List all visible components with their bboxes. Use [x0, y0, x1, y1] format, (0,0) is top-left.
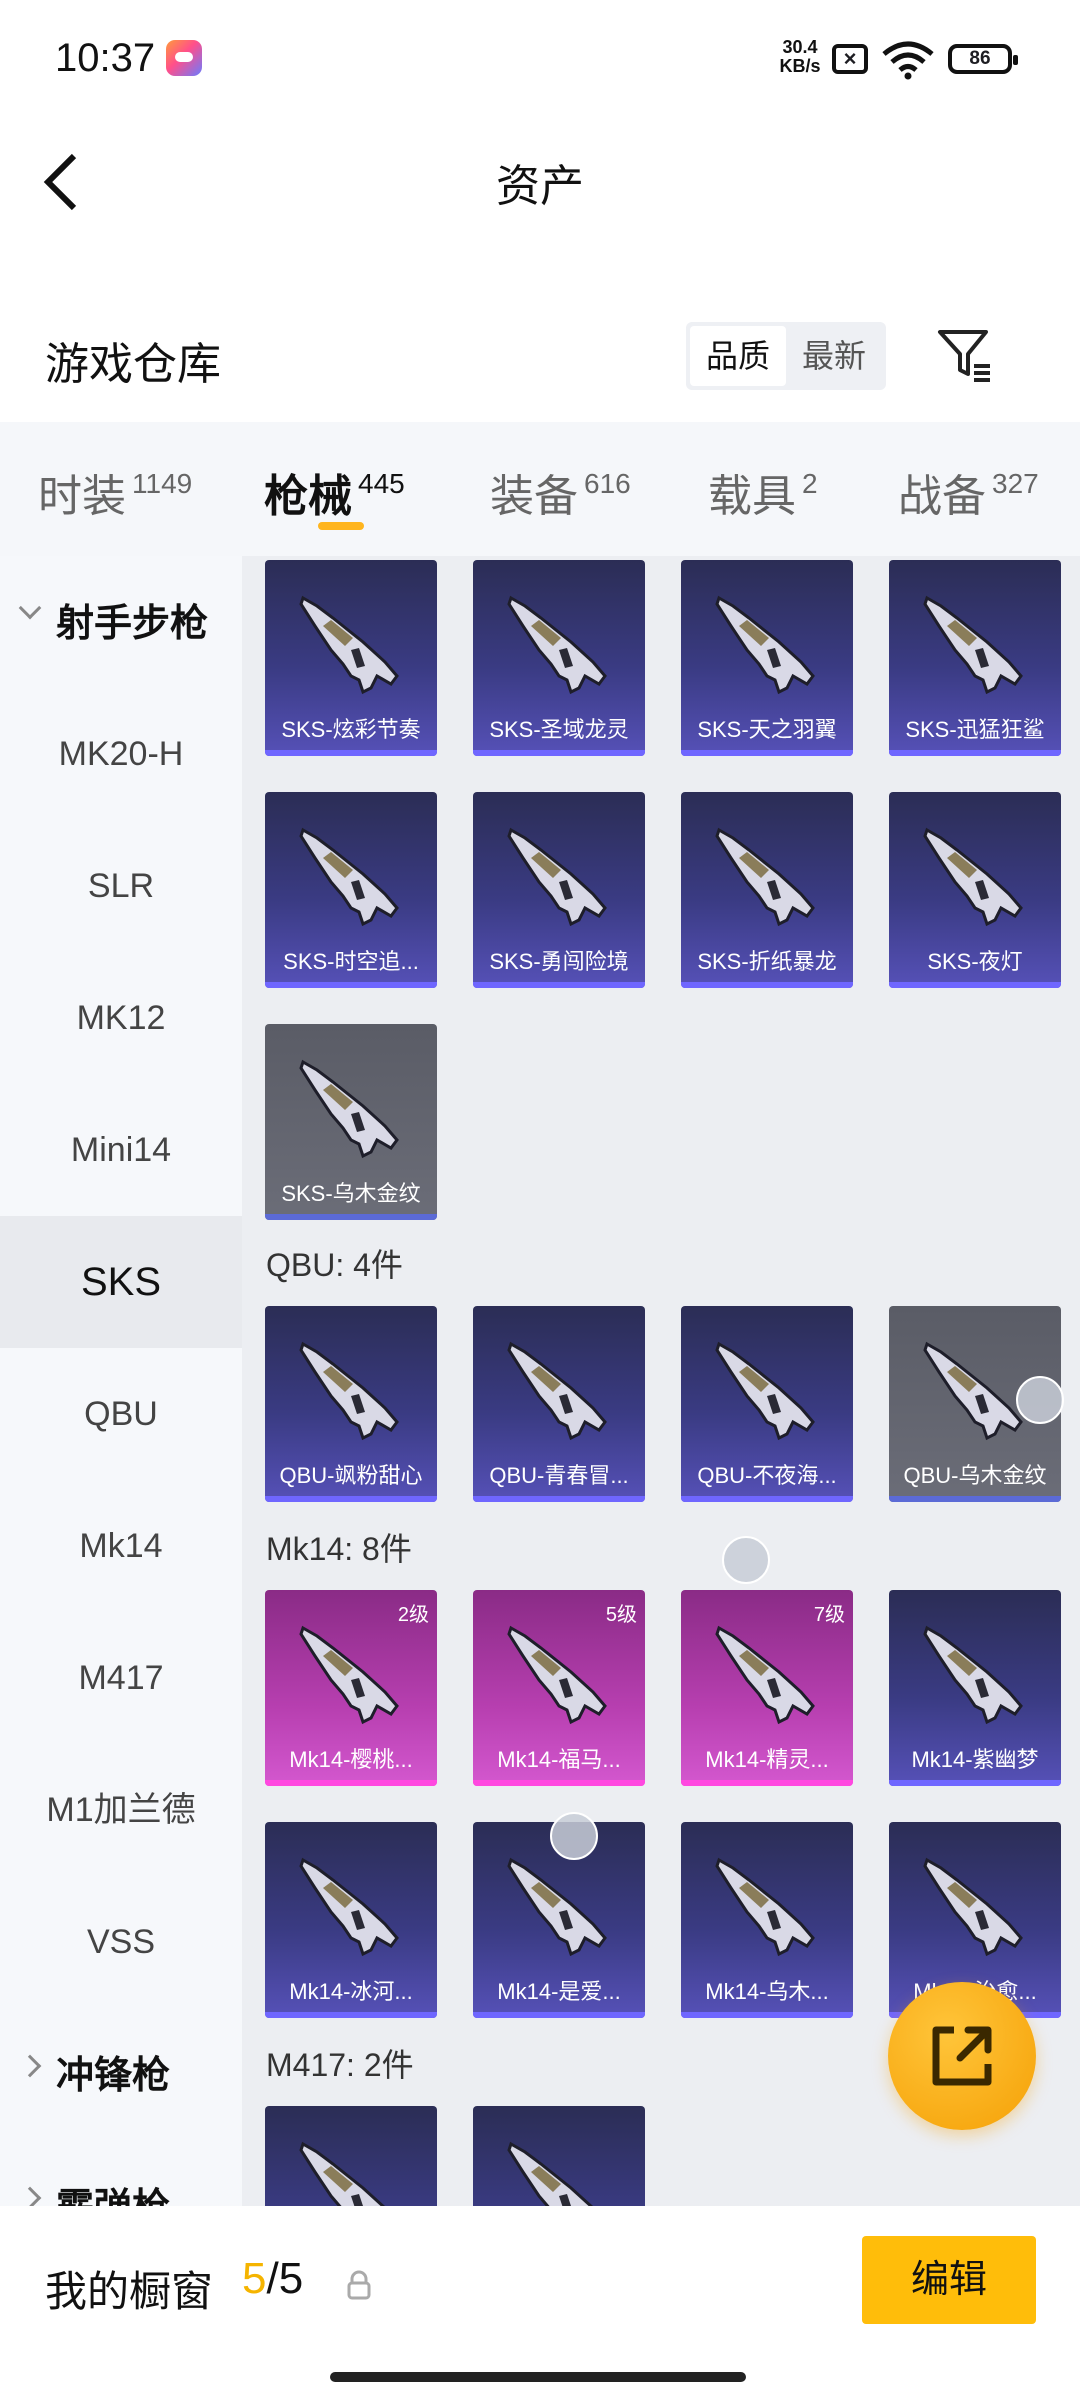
item-card[interactable] — [265, 2106, 437, 2206]
sidebar-item-mk12[interactable]: MK12 — [0, 952, 242, 1084]
item-card[interactable]: SKS-夜灯 — [889, 792, 1061, 988]
rifle-icon — [507, 1342, 607, 1440]
tab-fashion[interactable]: 时装 1149 — [38, 460, 192, 524]
rifle-icon — [507, 1858, 607, 1956]
page-title: 资产 — [496, 162, 584, 211]
no-sim-icon: × — [832, 44, 868, 74]
item-card[interactable]: QBU-青春冒... — [473, 1306, 645, 1502]
wifi-icon — [882, 41, 934, 80]
item-card[interactable] — [473, 2106, 645, 2206]
item-card[interactable]: Mk14-紫幽梦 — [889, 1590, 1061, 1786]
share-icon — [932, 2026, 992, 2086]
rifle-icon — [715, 1858, 815, 1956]
rifle-icon — [507, 828, 607, 926]
item-card[interactable]: SKS-折纸暴龙 — [681, 792, 853, 988]
rifle-icon — [299, 1858, 399, 1956]
touch-indicator — [722, 1536, 770, 1584]
group-header-mk14: Mk14: 8件 — [266, 1531, 412, 1567]
chevron-down-icon — [18, 596, 42, 620]
category-tabs: 时装 1149 枪械 445 装备 616 载具 2 战备 327 — [0, 422, 1080, 556]
rifle-icon — [299, 1626, 399, 1724]
touch-indicator — [550, 1812, 598, 1860]
weapon-type-sidebar: 射手步枪 MK20-H SLR MK12 Mini14 SKS QBU Mk14… — [0, 556, 242, 2229]
sidebar-item-mini14[interactable]: Mini14 — [0, 1084, 242, 1216]
sort-quality-button[interactable]: 品质 — [690, 326, 786, 386]
tab-equipment[interactable]: 装备 616 — [490, 460, 631, 524]
sidebar-item-vss[interactable]: VSS — [0, 1876, 242, 2008]
warehouse-title: 游戏仓库 — [45, 340, 221, 389]
rifle-icon — [923, 828, 1023, 926]
rifle-icon — [715, 596, 815, 694]
status-bar: 10:37 30.4 KB/s × 86 — [0, 0, 1080, 120]
group-header-m417: M417: 2件 — [266, 2047, 414, 2083]
rifle-icon — [715, 828, 815, 926]
tab-vehicles[interactable]: 载具 2 — [708, 460, 818, 524]
rifle-icon — [299, 1060, 399, 1158]
sidebar-item-sks[interactable]: SKS — [0, 1216, 242, 1348]
item-card[interactable]: SKS-天之羽翼 — [681, 560, 853, 756]
item-card[interactable]: SKS-炫彩节奏 — [265, 560, 437, 756]
item-card[interactable]: Mk14-乌木... — [681, 1822, 853, 2018]
sort-newest-button[interactable]: 最新 — [786, 326, 882, 386]
item-card[interactable]: 2级 Mk14-樱桃... — [265, 1590, 437, 1786]
edit-button[interactable]: 编辑 — [862, 2236, 1036, 2324]
filter-icon[interactable] — [936, 326, 994, 384]
group-header-qbu: QBU: 4件 — [266, 1247, 403, 1283]
item-card[interactable]: SKS-勇闯险境 — [473, 792, 645, 988]
battery-indicator: 86 — [948, 44, 1018, 74]
rifle-icon — [923, 1626, 1023, 1724]
item-card[interactable]: SKS-乌木金纹 — [265, 1024, 437, 1220]
showcase-label: 我的橱窗 — [45, 2268, 214, 2315]
rifle-icon — [299, 596, 399, 694]
lock-icon — [347, 2270, 371, 2300]
item-grid: SKS-炫彩节奏 SKS-圣域龙灵 SKS-天之羽翼 SKS-迅猛狂鲨 SKS-… — [242, 556, 1080, 2206]
sidebar-item-qbu[interactable]: QBU — [0, 1348, 242, 1480]
rifle-icon — [923, 1342, 1023, 1440]
item-card[interactable]: QBU-飒粉甜心 — [265, 1306, 437, 1502]
item-card[interactable]: SKS-迅猛狂鲨 — [889, 560, 1061, 756]
rifle-icon — [299, 828, 399, 926]
rifle-icon — [923, 596, 1023, 694]
showcase-count: 5/5 — [242, 2254, 304, 2303]
item-card[interactable]: Mk14-冰河... — [265, 1822, 437, 2018]
touch-indicator — [1016, 1376, 1064, 1424]
sidebar-item-mk20h[interactable]: MK20-H — [0, 688, 242, 820]
item-card[interactable]: SKS-圣域龙灵 — [473, 560, 645, 756]
chevron-right-icon — [18, 2054, 42, 2078]
item-card[interactable]: SKS-时空追... — [265, 792, 437, 988]
sidebar-item-slr[interactable]: SLR — [0, 820, 242, 952]
active-tab-indicator — [318, 522, 364, 530]
home-indicator[interactable] — [330, 2372, 746, 2382]
sidebar-group-smg[interactable]: 冲锋枪 — [0, 2008, 242, 2140]
rifle-icon — [299, 2142, 399, 2206]
share-button[interactable] — [888, 1982, 1036, 2130]
rifle-icon — [507, 1626, 607, 1724]
rifle-icon — [715, 1342, 815, 1440]
game-app-icon — [166, 40, 202, 76]
sort-toggle: 品质 最新 — [686, 322, 886, 390]
tab-guns[interactable]: 枪械 445 — [264, 460, 405, 524]
item-card[interactable]: 7级 Mk14-精灵... — [681, 1590, 853, 1786]
sidebar-item-m417[interactable]: M417 — [0, 1612, 242, 1744]
rifle-icon — [715, 1626, 815, 1724]
status-time: 10:37 — [55, 36, 156, 80]
network-speed: 30.4 KB/s — [779, 37, 821, 76]
tab-supplies[interactable]: 战备 327 — [898, 460, 1039, 524]
sidebar-item-mk14[interactable]: Mk14 — [0, 1480, 242, 1612]
rifle-icon — [923, 1858, 1023, 1956]
sidebar-group-marksman[interactable]: 射手步枪 — [0, 556, 242, 688]
item-card[interactable]: 5级 Mk14-福马... — [473, 1590, 645, 1786]
rifle-icon — [299, 1342, 399, 1440]
rifle-icon — [507, 596, 607, 694]
sidebar-item-m1-garand[interactable]: M1加兰德 — [0, 1744, 242, 1876]
showcase-bar: 我的橱窗 5/5 编辑 — [0, 2206, 1080, 2400]
rifle-icon — [507, 2142, 607, 2206]
item-card[interactable]: QBU-不夜海... — [681, 1306, 853, 1502]
